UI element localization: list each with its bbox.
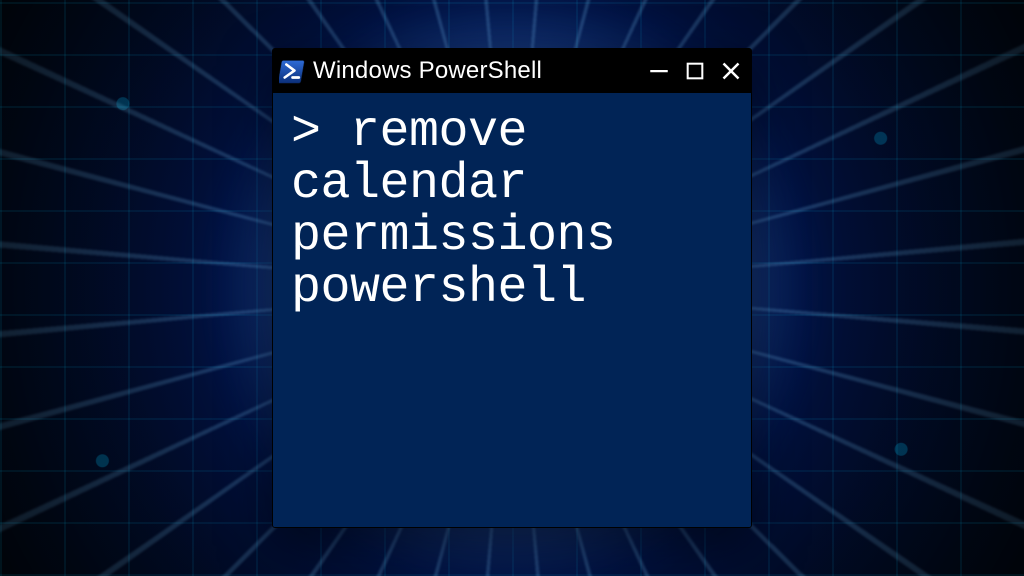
minimize-button[interactable] <box>647 59 671 83</box>
prompt-symbol: > <box>291 104 321 161</box>
console-body[interactable]: > remove calendar permissions powershell <box>273 93 751 527</box>
close-button[interactable] <box>719 59 743 83</box>
powershell-window: Windows PowerShell > remove calendar per… <box>272 48 752 528</box>
window-title: Windows PowerShell <box>313 57 639 85</box>
powershell-icon <box>279 58 305 84</box>
command-text: remove calendar permissions powershell <box>291 104 645 317</box>
window-controls <box>647 59 743 83</box>
titlebar[interactable]: Windows PowerShell <box>273 49 751 93</box>
maximize-button[interactable] <box>683 59 707 83</box>
